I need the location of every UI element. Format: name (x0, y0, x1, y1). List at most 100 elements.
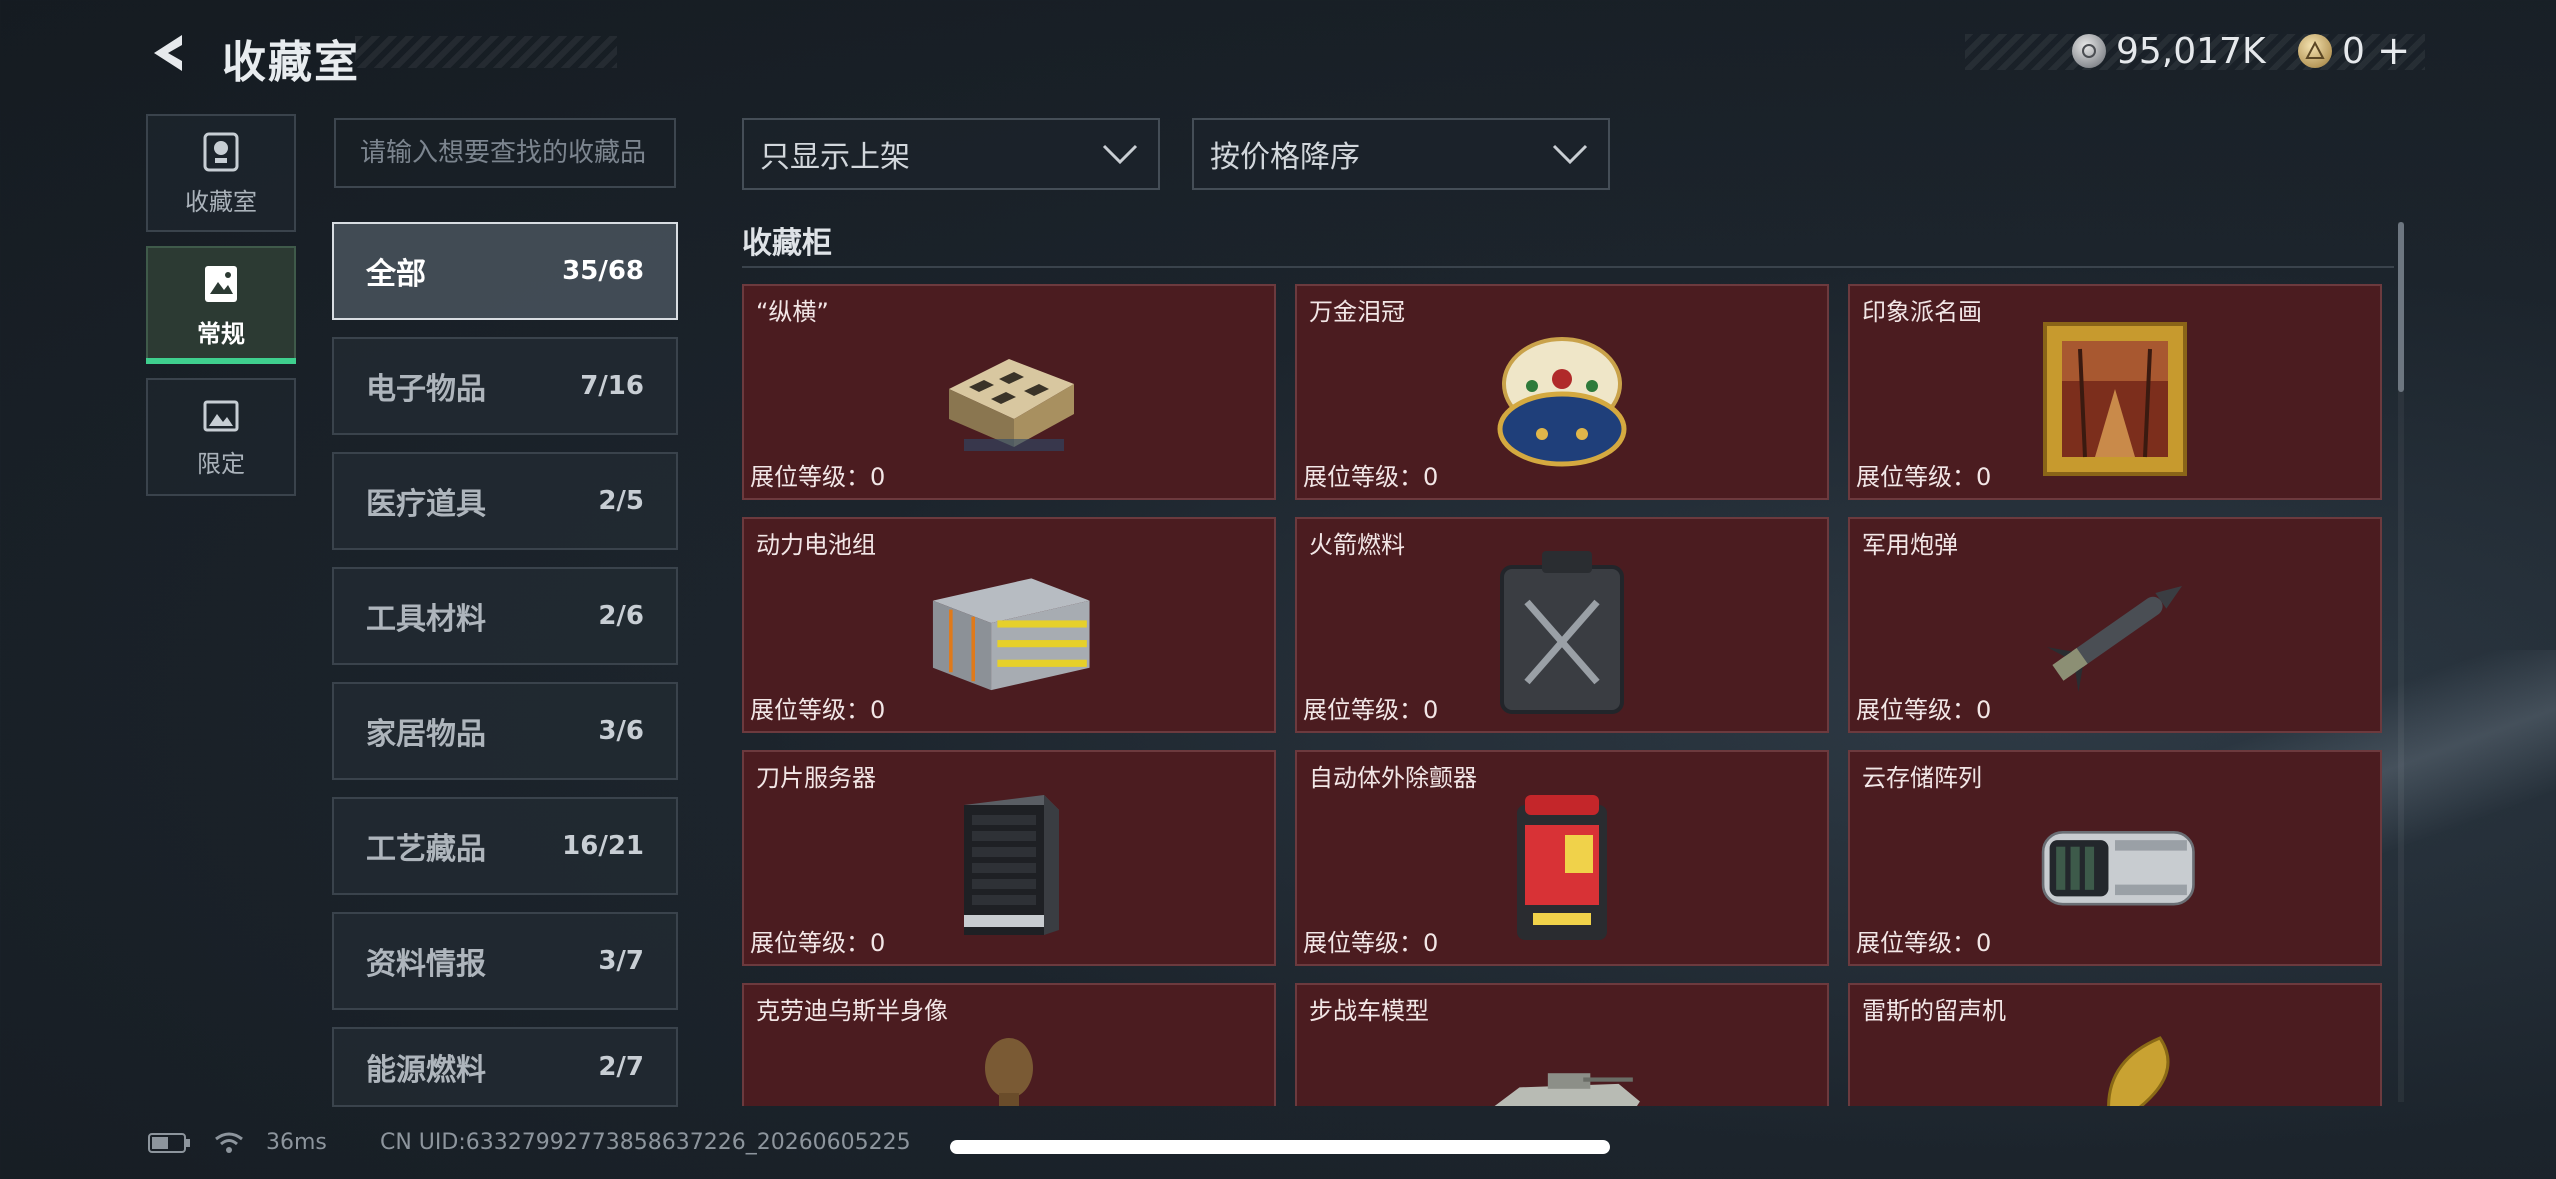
collectible-card[interactable]: 火箭燃料 展位等级：0 (1295, 517, 1829, 733)
category-name: 工具材料 (366, 602, 486, 637)
sort-dropdown[interactable]: 按价格降序 (1192, 118, 1610, 190)
category-name: 资料情报 (366, 947, 486, 982)
item-name: 火箭燃料 (1309, 531, 1405, 559)
gold-currency: 0 + (2298, 28, 2410, 74)
side-tab-label: 限定 (197, 449, 245, 478)
category-all[interactable]: 全部 35/68 (332, 222, 678, 320)
category-name: 能源燃料 (366, 1053, 486, 1088)
category-count: 16/21 (562, 831, 644, 861)
side-tab-collection[interactable]: 收藏室 (146, 114, 296, 232)
collectible-card[interactable]: 自动体外除颤器 展位等级：0 (1295, 750, 1829, 966)
item-name: 步战车模型 (1309, 997, 1429, 1025)
item-name: 克劳迪乌斯半身像 (756, 997, 948, 1025)
collectible-card[interactable]: “纵横” 展位等级：0 (742, 284, 1276, 500)
booth-level: 展位等级：0 (750, 929, 886, 957)
silver-coin-icon (2072, 34, 2106, 68)
missile-icon (2030, 557, 2200, 707)
side-tab-label: 收藏室 (185, 187, 257, 216)
side-tab-label: 常规 (197, 319, 245, 348)
category-name: 医疗道具 (366, 487, 486, 522)
add-currency-button[interactable]: + (2377, 28, 2411, 74)
back-button[interactable] (145, 28, 195, 78)
side-tab-limited[interactable]: 限定 (146, 378, 296, 496)
gramophone-icon (2030, 1023, 2200, 1106)
booth-level: 展位等级：0 (750, 463, 886, 491)
booth-level: 展位等级：0 (1856, 463, 1992, 491)
silver-currency: 95,017K (2072, 28, 2266, 74)
chess-box-icon (924, 324, 1094, 474)
chevron-down-icon (1102, 144, 1138, 165)
image-book-icon (205, 265, 237, 302)
item-name: 军用炮弹 (1862, 531, 1958, 559)
booth-level: 展位等级：0 (1856, 929, 1992, 957)
listing-filter-value: 只显示上架 (760, 140, 910, 175)
jeweled-egg-icon (1477, 324, 1647, 474)
armored-vehicle-icon (1477, 1023, 1647, 1106)
jerrycan-icon (1477, 551, 1647, 714)
booth-level: 展位等级：0 (750, 696, 886, 724)
wifi-icon (215, 1132, 243, 1153)
collection-grid: “纵横” 展位等级：0 万金泪冠 展位等级：0 印象派名画 展位等级：0 动力电… (742, 284, 2382, 1106)
collectible-card[interactable]: 云存储阵列 展位等级：0 (1848, 750, 2382, 966)
category-household[interactable]: 家居物品 3/6 (332, 682, 678, 780)
section-divider (742, 266, 2394, 268)
category-crafts[interactable]: 工艺藏品 16/21 (332, 797, 678, 895)
collectible-card[interactable]: 动力电池组 展位等级：0 (742, 517, 1276, 733)
booth-level: 展位等级：0 (1303, 929, 1439, 957)
picture-icon (203, 400, 239, 431)
collectible-card[interactable]: 印象派名画 展位等级：0 (1848, 284, 2382, 500)
item-name: “纵横” (756, 298, 829, 326)
collectible-card[interactable]: 雷斯的留声机 (1848, 983, 2382, 1106)
battery-icon (148, 1132, 190, 1153)
item-name: 动力电池组 (756, 531, 876, 559)
storage-array-icon (2030, 790, 2200, 940)
booth-level: 展位等级：0 (1303, 696, 1439, 724)
collectible-card[interactable]: 步战车模型 (1295, 983, 1829, 1106)
collectible-card[interactable]: 刀片服务器 展位等级：0 (742, 750, 1276, 966)
category-count: 7/16 (580, 371, 644, 401)
category-intel[interactable]: 资料情报 3/7 (332, 912, 678, 1010)
search-input[interactable] (334, 118, 676, 188)
category-count: 2/7 (598, 1052, 644, 1082)
category-name: 全部 (366, 257, 426, 292)
category-count: 35/68 (562, 256, 644, 286)
home-indicator[interactable] (950, 1140, 1610, 1154)
listing-filter-dropdown[interactable]: 只显示上架 (742, 118, 1160, 190)
framed-painting-icon (2030, 322, 2200, 476)
category-tools[interactable]: 工具材料 2/6 (332, 567, 678, 665)
status-bar: 36ms (148, 1130, 327, 1155)
section-title: 收藏柜 (742, 226, 832, 261)
trophy-icon (203, 132, 239, 171)
collectible-card[interactable]: 克劳迪乌斯半身像 (742, 983, 1276, 1106)
sort-value: 按价格降序 (1210, 140, 1360, 175)
item-name: 印象派名画 (1862, 298, 1982, 326)
battery-pack-icon (924, 557, 1094, 707)
defibrillator-icon (1477, 790, 1647, 940)
item-name: 雷斯的留声机 (1862, 997, 2006, 1025)
ping-value: 36ms (266, 1130, 327, 1155)
side-tab-regular[interactable]: 常规 (146, 246, 296, 364)
item-name: 刀片服务器 (756, 764, 876, 792)
back-arrow-icon (154, 35, 182, 71)
collectible-card[interactable]: 万金泪冠 展位等级：0 (1295, 284, 1829, 500)
category-fuel[interactable]: 能源燃料 2/7 (332, 1027, 678, 1107)
item-name: 云存储阵列 (1862, 764, 1982, 792)
silver-amount: 95,017K (2116, 30, 2266, 72)
gold-amount: 0 (2342, 30, 2365, 72)
category-electronics[interactable]: 电子物品 7/16 (332, 337, 678, 435)
category-medical[interactable]: 医疗道具 2/5 (332, 452, 678, 550)
page-title: 收藏室 (222, 37, 360, 88)
category-count: 3/7 (598, 946, 644, 976)
category-count: 2/6 (598, 601, 644, 631)
user-uid: CN UID:6332799277385863722​6_20260605225 (380, 1130, 911, 1155)
collectible-card[interactable]: 军用炮弹 展位等级：0 (1848, 517, 2382, 733)
title-decoration (355, 36, 617, 68)
category-name: 电子物品 (366, 372, 486, 407)
category-name: 工艺藏品 (366, 832, 486, 867)
category-name: 家居物品 (366, 717, 486, 752)
bust-statue-icon (924, 1023, 1094, 1106)
gold-coin-icon (2298, 34, 2332, 68)
category-count: 2/5 (598, 486, 644, 516)
category-count: 3/6 (598, 716, 644, 746)
scrollbar-thumb[interactable] (2398, 222, 2404, 392)
